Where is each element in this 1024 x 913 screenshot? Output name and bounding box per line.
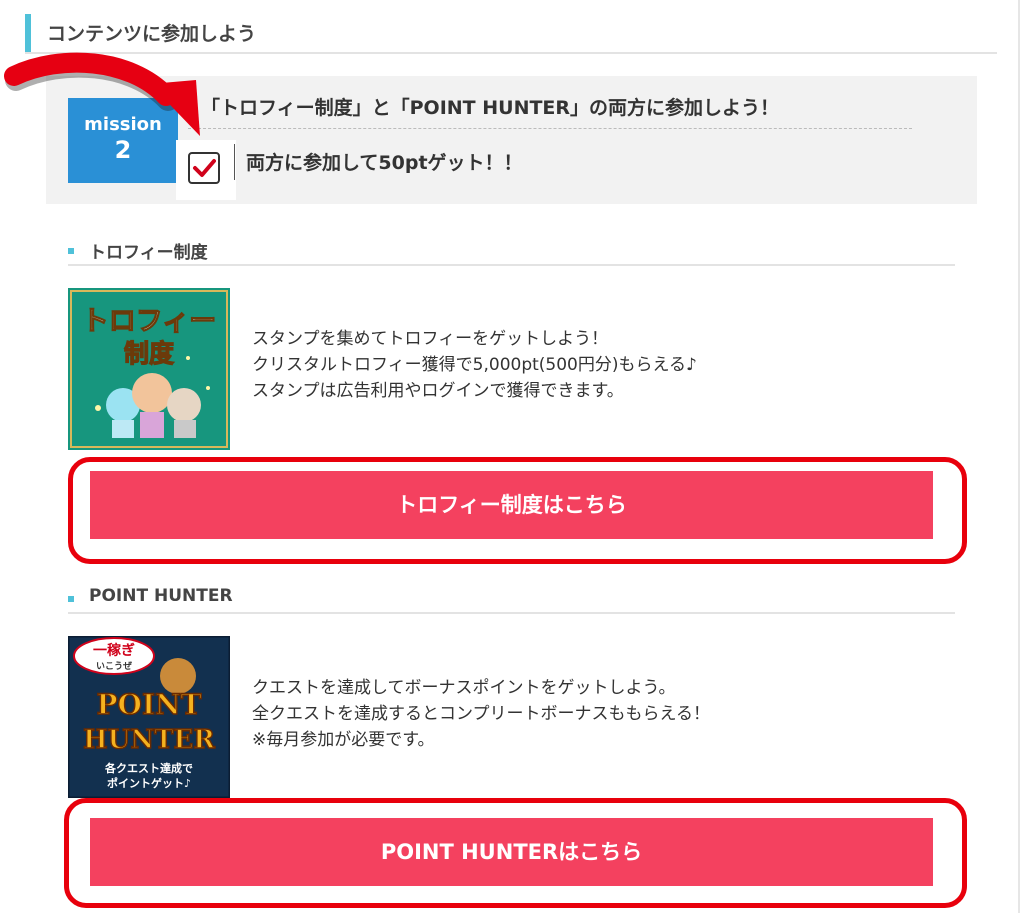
hunter-image: 一稼ぎ いこうぜ POINT HUNTER 各クエスト達成で ポイントゲット♪	[68, 636, 230, 798]
trophy-heading-label: トロフィー制度	[89, 243, 208, 263]
trophy-heading-marker	[68, 248, 74, 254]
mission-title: 「トロフィー制度」と「POINT HUNTER」の両方に参加しよう！	[201, 97, 780, 119]
hunter-heading-label: POINT HUNTER	[89, 586, 233, 606]
trophy-heading: トロフィー制度	[68, 238, 955, 266]
trophy-description-line: クリスタルトロフィー獲得で5,000pt(500円分)もらえる♪	[252, 355, 697, 375]
hunter-bubble-line-1: 一稼ぎ	[93, 642, 135, 659]
hunter-description-line: ※毎月参加が必要です。	[252, 730, 435, 750]
hunter-heading: POINT HUNTER	[68, 586, 955, 614]
page-border	[1018, 0, 1020, 913]
hunter-button[interactable]: POINT HUNTERはこちら	[90, 818, 933, 886]
hunter-caption-line-2: ポイントゲット♪	[107, 776, 191, 790]
mission-reward: 両方に参加して50ptゲット！！	[246, 152, 523, 174]
trophy-image-title-1: トロフィー	[82, 306, 216, 337]
hunter-description-line: クエストを達成してボーナスポイントをゲットしよう。	[252, 678, 676, 698]
hunter-logo-line-1: POINT	[97, 688, 202, 721]
hunter-bubble-line-2: いこうぜ	[96, 661, 132, 672]
hunter-description-line: 全クエストを達成するとコンプリートボーナスももらえる！	[252, 704, 710, 724]
red-arrow-icon	[4, 52, 200, 136]
mission-divider	[188, 128, 912, 129]
trophy-button[interactable]: トロフィー制度はこちら	[90, 471, 933, 539]
trophy-image-title-2: 制度	[124, 339, 174, 368]
trophy-description-line: スタンプを集めてトロフィーをゲットしよう！	[252, 329, 609, 349]
trophy-description: スタンプを集めてトロフィーをゲットしよう！ クリスタルトロフィー獲得で5,000…	[252, 326, 697, 404]
hunter-heading-marker	[68, 596, 74, 602]
trophy-image: トロフィー 制度	[68, 288, 230, 450]
trophy-description-line: スタンプは広告利用やログインで獲得できます。	[252, 381, 624, 401]
hunter-logo-line-2: HUNTER	[83, 725, 215, 755]
hunter-caption-line-1: 各クエスト達成で	[104, 761, 193, 775]
hunter-description: クエストを達成してボーナスポイントをゲットしよう。 全クエストを達成するとコンプ…	[252, 675, 710, 753]
